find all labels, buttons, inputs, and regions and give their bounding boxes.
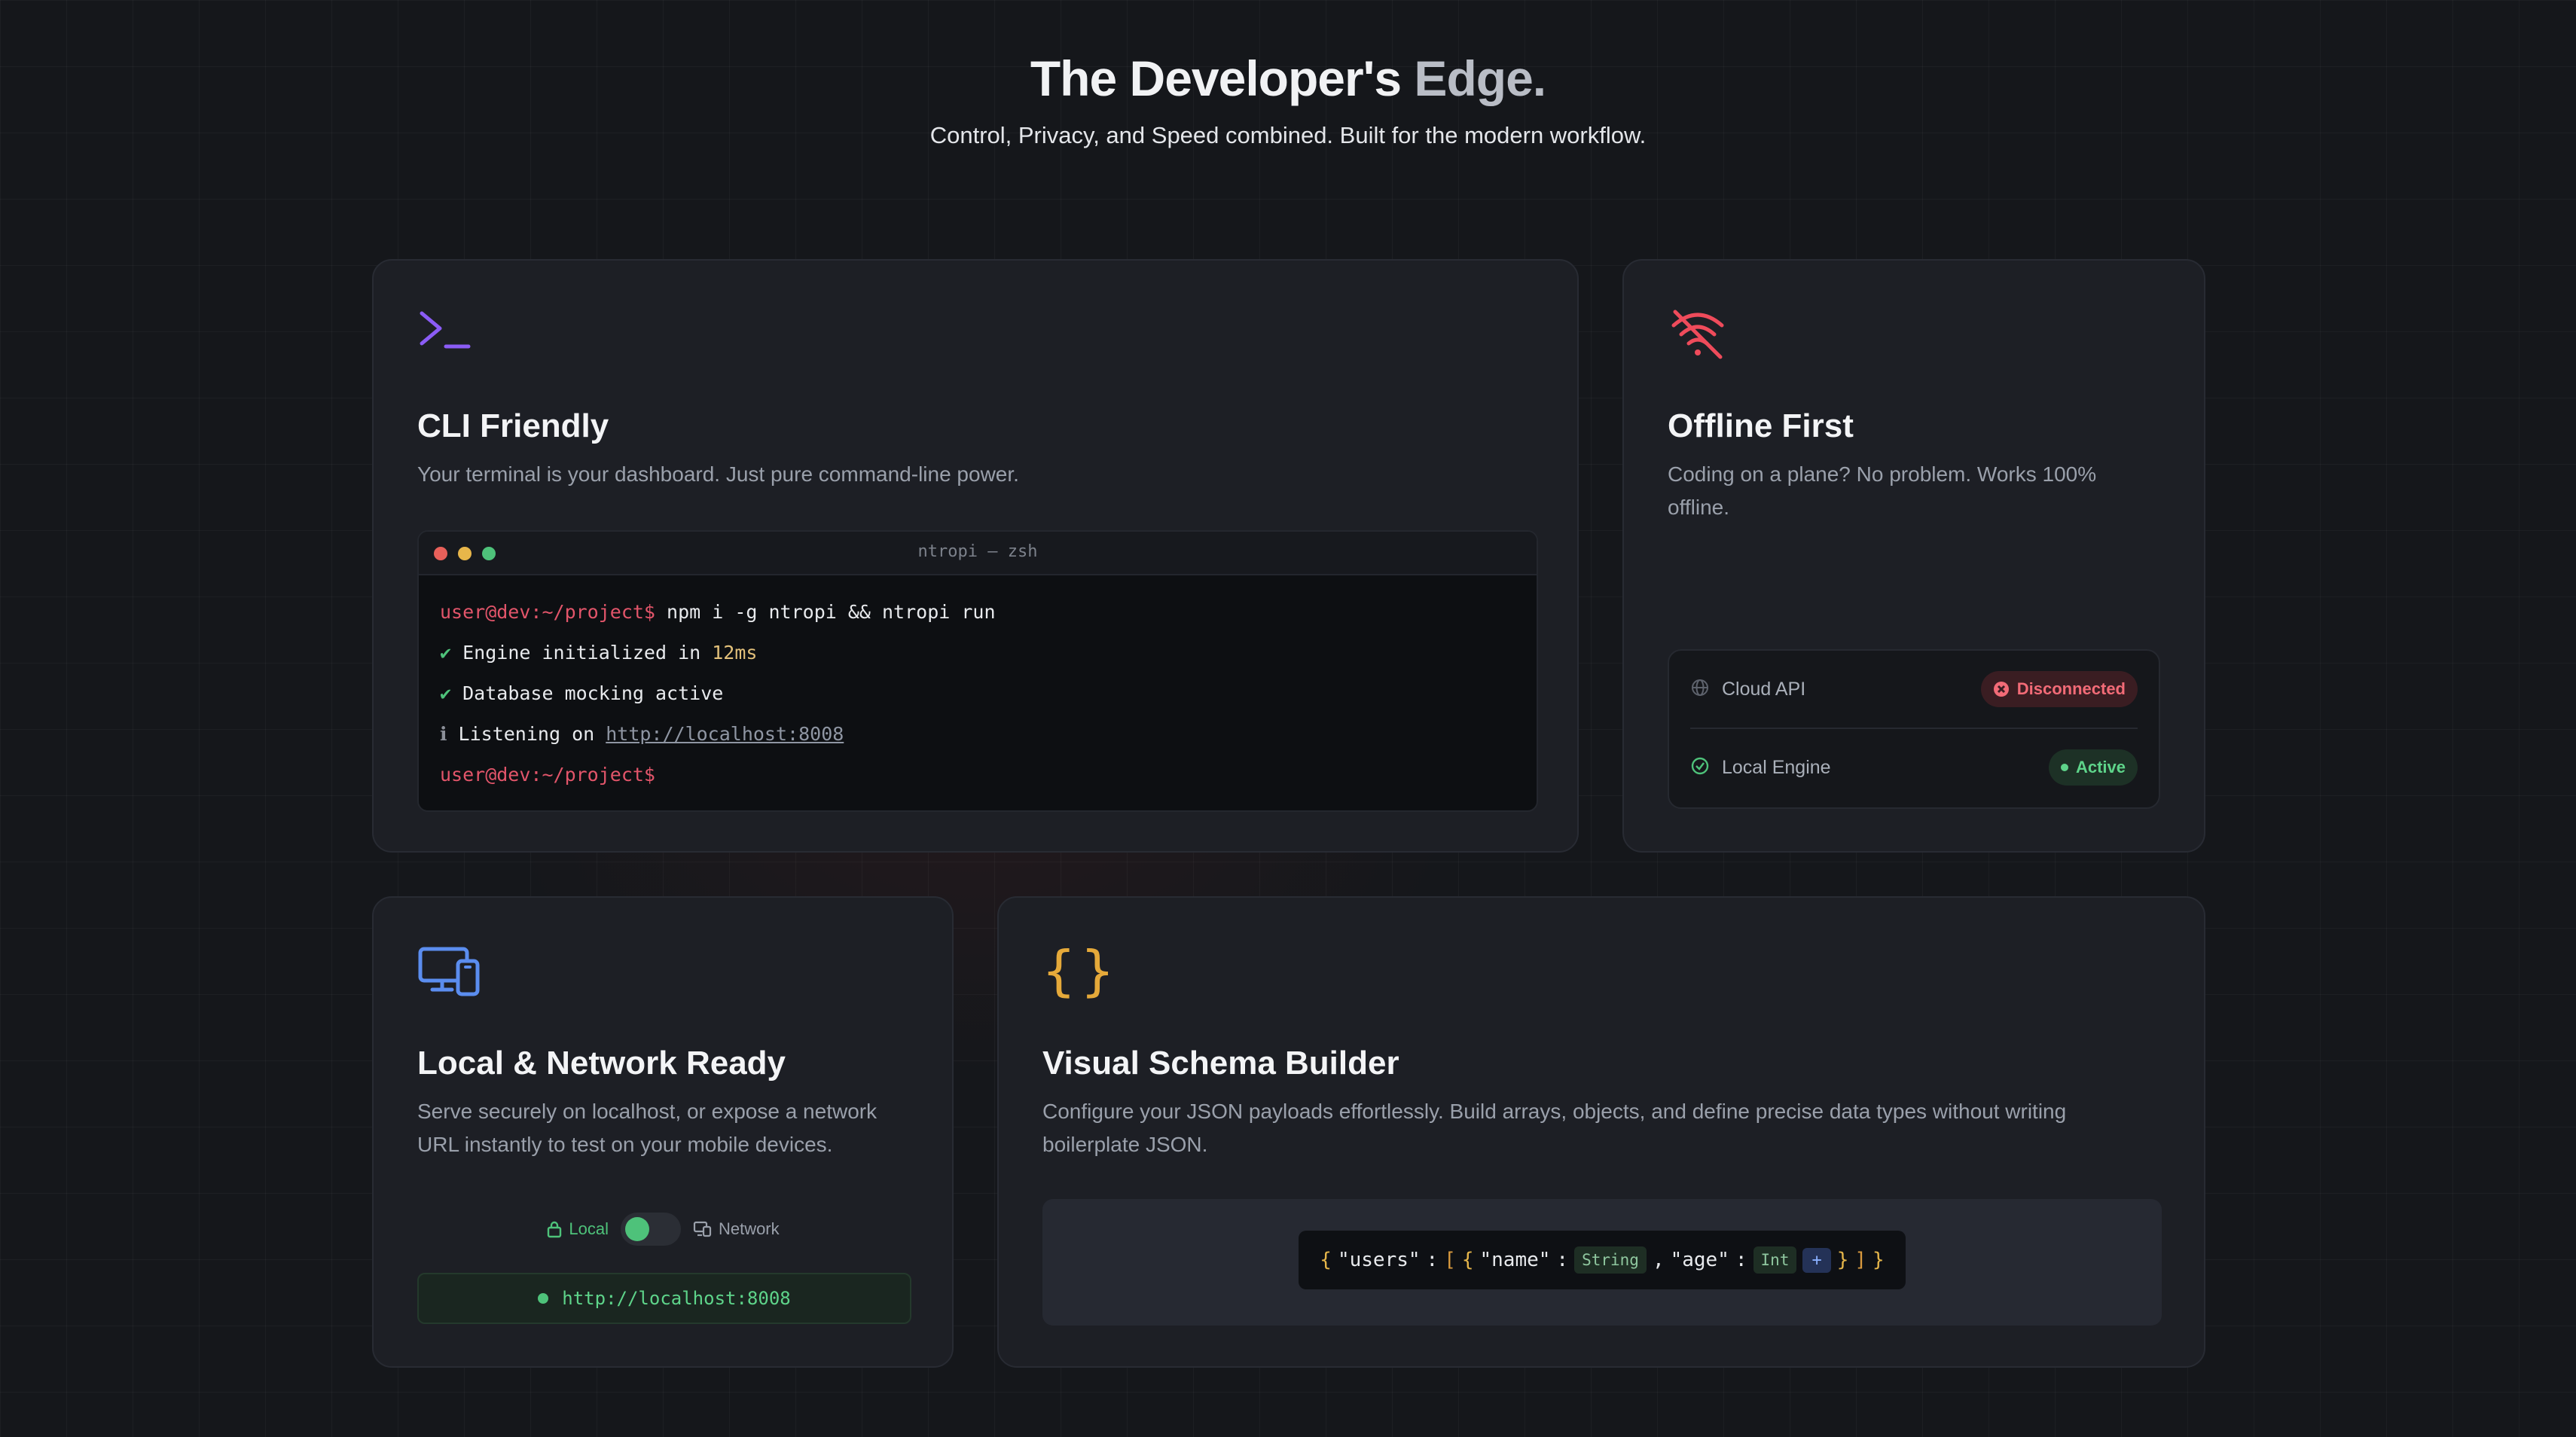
localhost-link[interactable]: http://localhost:8008 (606, 723, 844, 745)
card-title: CLI Friendly (417, 407, 609, 444)
wifi-off-icon (1668, 307, 1728, 364)
brace-close: } (1872, 1249, 1885, 1271)
schema-code-preview: { "users" : [ { "name" : String , "age" … (1299, 1231, 1906, 1289)
terminal-command: npm i -g ntropi && ntropi run (655, 601, 996, 623)
object-open: { (1461, 1249, 1474, 1271)
terminal-titlebar: ntropi — zsh (419, 532, 1537, 575)
terminal-line: ✔ Database mocking active (440, 673, 1515, 714)
active-dot-icon (2060, 764, 2068, 771)
terminal-text: Listening on (447, 723, 606, 745)
toggle-left-label: Local (569, 1219, 609, 1238)
key-age[interactable]: "age" (1671, 1249, 1729, 1271)
visual-schema-builder-card: {} Visual Schema Builder Configure your … (997, 896, 2205, 1368)
status-text: Disconnected (2016, 679, 2126, 698)
terminal-line: user@dev:~/project$ (440, 755, 1515, 795)
toggle-label-network[interactable]: Network (693, 1219, 780, 1239)
devices-small-icon (693, 1221, 712, 1237)
card-title: Offline First (1668, 407, 1854, 444)
card-description: Your terminal is your dashboard. Just pu… (417, 462, 1019, 486)
terminal-text: Engine initialized in (451, 642, 713, 664)
cli-friendly-card: CLI Friendly Your terminal is your dashb… (372, 259, 1579, 853)
add-field-button[interactable]: + (1802, 1247, 1831, 1273)
comma: , (1652, 1249, 1665, 1271)
terminal-text: Database mocking active (451, 682, 724, 704)
status-row-local-engine: Local Engine Active (1690, 728, 2138, 806)
check-icon: ✔ (440, 642, 452, 664)
card-title: Local & Network Ready (417, 1045, 786, 1082)
active-badge: Active (2048, 749, 2138, 786)
disconnected-badge: Disconnected (1980, 671, 2138, 707)
status-text: Active (2075, 758, 2126, 776)
key-name[interactable]: "name" (1480, 1249, 1551, 1271)
type-chip-string[interactable]: String (1574, 1246, 1647, 1274)
online-dot-icon (538, 1293, 549, 1304)
status-label: Local Engine (1722, 756, 1831, 778)
toggle-knob (624, 1217, 649, 1241)
lock-icon (548, 1221, 562, 1238)
card-title: Visual Schema Builder (1042, 1045, 1399, 1082)
card-description: Serve securely on localhost, or expose a… (417, 1100, 877, 1156)
terminal-output: user@dev:~/project$ npm i -g ntropi && n… (419, 575, 1537, 810)
offline-first-card: Offline First Coding on a plane? No prob… (1622, 259, 2205, 853)
terminal-line: user@dev:~/project$ npm i -g ntropi && n… (440, 592, 1515, 633)
connection-status-panel: Cloud API Disconnected Local Engine Acti… (1668, 649, 2160, 809)
terminal-prompt-icon (417, 307, 472, 356)
card-description: Coding on a plane? No problem. Works 100… (1668, 462, 2097, 519)
array-close: ] (1854, 1249, 1867, 1271)
colon: : (1426, 1249, 1439, 1271)
terminal-title: ntropi — zsh (917, 542, 1038, 561)
title-highlight: Edge. (1414, 50, 1546, 106)
check-circle-icon (1690, 756, 1710, 780)
local-network-card: Local & Network Ready Serve securely on … (372, 896, 954, 1368)
brace-open: { (1320, 1249, 1332, 1271)
globe-icon (1690, 678, 1710, 701)
page-title: The Developer's Edge. (0, 45, 2576, 111)
page-header: The Developer's Edge. Control, Privacy, … (0, 45, 2576, 152)
mode-toggle-switch[interactable] (620, 1213, 681, 1246)
curly-braces-icon: {} (1042, 939, 1120, 1002)
key-users[interactable]: "users" (1338, 1249, 1421, 1271)
local-network-toggle: Local Network (374, 1213, 952, 1246)
toggle-right-label: Network (718, 1219, 780, 1238)
toggle-label-local[interactable]: Local (546, 1219, 609, 1239)
colon: : (1735, 1249, 1747, 1271)
page-subtitle: Control, Privacy, and Speed combined. Bu… (929, 122, 1647, 148)
array-open: [ (1444, 1249, 1456, 1271)
check-icon: ✔ (440, 682, 452, 704)
devices-icon (417, 944, 481, 1001)
terminal-prompt: user@dev:~/project$ (440, 601, 655, 623)
schema-preview-area: { "users" : [ { "name" : String , "age" … (1042, 1199, 2162, 1326)
local-url-display[interactable]: http://localhost:8008 (417, 1273, 911, 1324)
terminal-line: ✔ Engine initialized in 12ms (440, 633, 1515, 673)
card-description: Configure your JSON payloads effortlessl… (1042, 1100, 2067, 1156)
terminal-window: ntropi — zsh user@dev:~/project$ npm i -… (417, 530, 1538, 812)
timing-value: 12ms (712, 642, 758, 664)
status-label: Cloud API (1722, 678, 1806, 700)
title-main: The Developer's (1030, 50, 1415, 106)
terminal-prompt: user@dev:~/project$ (440, 764, 655, 786)
x-circle-icon (1993, 682, 2009, 697)
type-chip-int[interactable]: Int (1753, 1246, 1797, 1274)
status-row-cloud-api: Cloud API Disconnected (1690, 651, 2138, 728)
colon: : (1556, 1249, 1569, 1271)
terminal-line: ℹ Listening on http://localhost:8008 (440, 714, 1515, 755)
object-close: } (1836, 1249, 1849, 1271)
local-url: http://localhost:8008 (562, 1288, 791, 1309)
info-icon: ℹ (440, 723, 447, 745)
